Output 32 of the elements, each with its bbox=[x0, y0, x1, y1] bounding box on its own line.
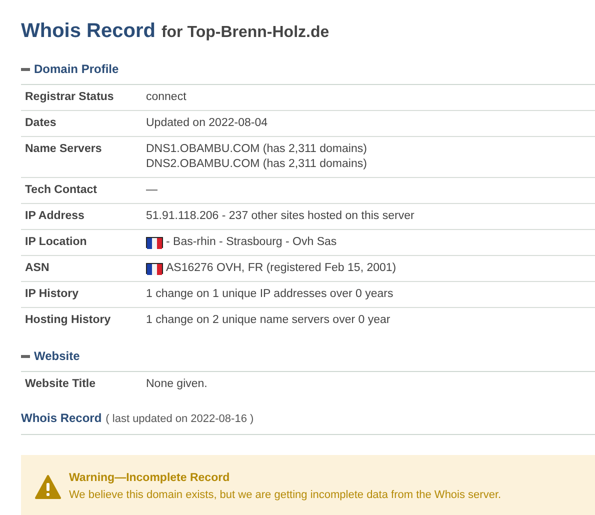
field-label: Registrar Status bbox=[25, 90, 115, 105]
warning-icon bbox=[35, 474, 61, 498]
field-value: 1 change on 2 unique name servers over 0 year bbox=[146, 313, 390, 328]
field-value: Updated on 2022-08-04 bbox=[146, 116, 268, 131]
section-heading[interactable]: Domain Profile bbox=[34, 60, 119, 78]
field-value: connect bbox=[146, 90, 186, 105]
field-value: — bbox=[146, 183, 158, 198]
field-value: DNS1.OBAMBU.COM (has 2,311 domains) bbox=[146, 142, 367, 157]
field-label: IP Location bbox=[25, 235, 88, 250]
field-value: 1 change on 1 unique IP addresses over 0 years bbox=[146, 287, 394, 302]
last-updated-note: ( last updated on 2022-08-16 ) bbox=[106, 412, 254, 427]
field-label: Tech Contact bbox=[25, 183, 98, 198]
field-value: 51.91.118.206 - 237 other sites hosted on this server bbox=[146, 209, 414, 224]
field-label: Hosting History bbox=[25, 313, 112, 328]
collapse-icon[interactable] bbox=[21, 354, 30, 358]
field-value: None given. bbox=[146, 377, 208, 392]
field-value: DNS2.OBAMBU.COM (has 2,311 domains) bbox=[146, 157, 367, 172]
field-value: - Bas-rhin - Strasbourg - Ovh Sas bbox=[166, 235, 337, 250]
field-label: IP Address bbox=[25, 209, 86, 224]
warning-title: Warning—Incomplete Record bbox=[69, 470, 231, 486]
warning-message: We believe this domain exists, but we are getting incomplete data from the Whois server. bbox=[69, 488, 502, 503]
page-title: Whois Record bbox=[21, 19, 156, 44]
collapse-icon[interactable] bbox=[21, 68, 30, 70]
field-label: Website Title bbox=[25, 377, 97, 392]
field-label: Name Servers bbox=[25, 142, 103, 157]
section-heading[interactable]: Whois Record bbox=[21, 409, 102, 427]
domain-subtitle: for Top-Brenn-Holz.de bbox=[161, 23, 330, 43]
section-heading[interactable]: Website bbox=[34, 347, 80, 365]
field-label: ASN bbox=[25, 261, 50, 276]
field-label: IP History bbox=[25, 287, 80, 302]
field-label: Dates bbox=[25, 116, 58, 131]
field-value: AS16276 OVH, FR (registered Feb 15, 2001) bbox=[166, 261, 396, 276]
